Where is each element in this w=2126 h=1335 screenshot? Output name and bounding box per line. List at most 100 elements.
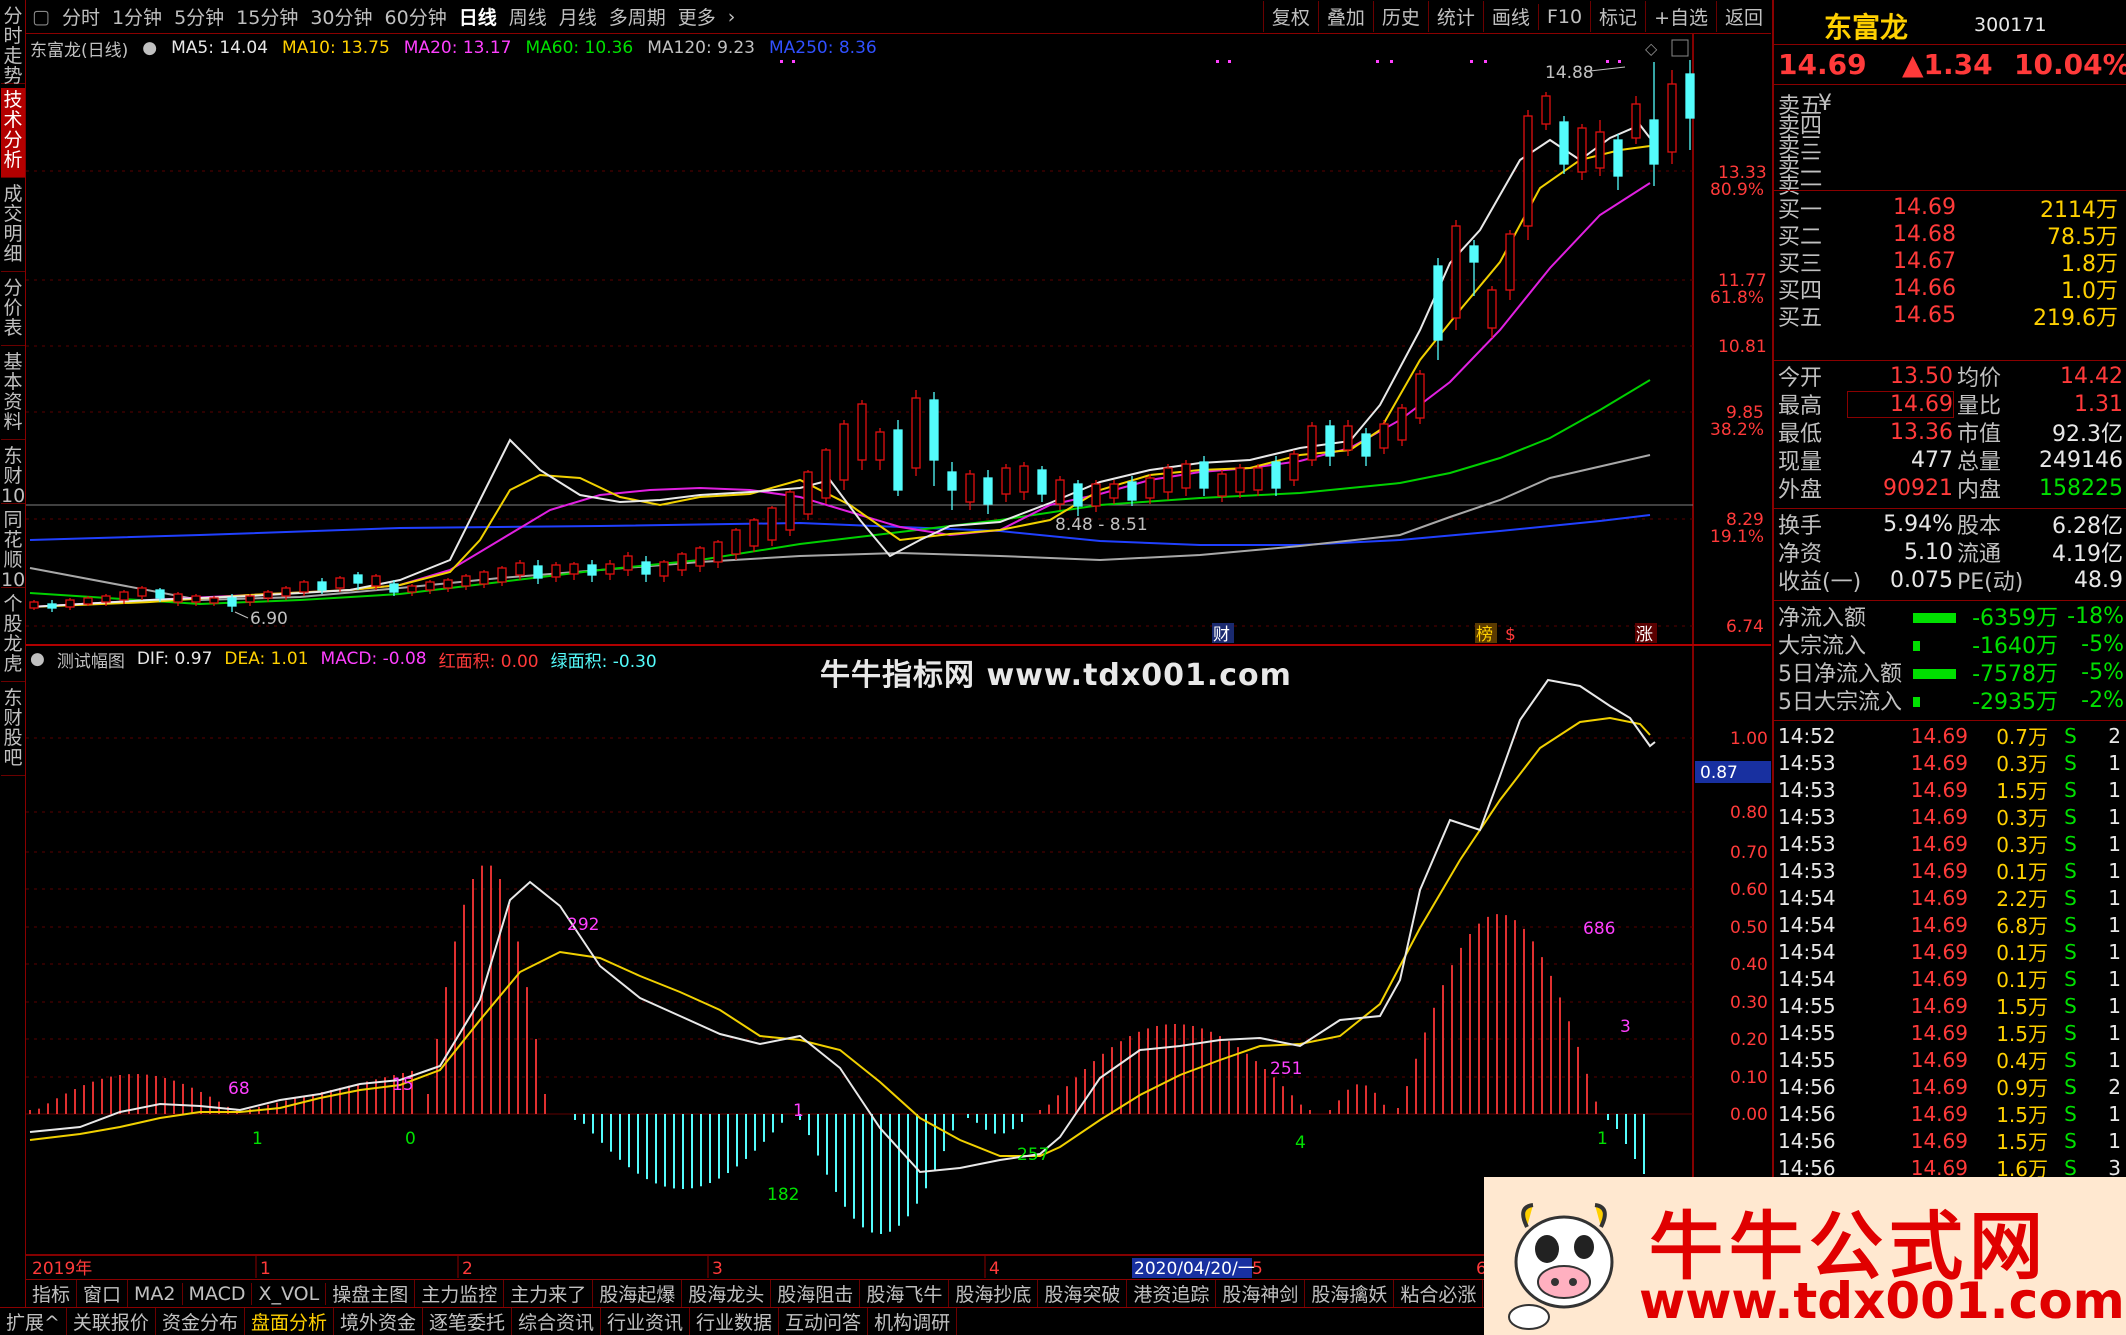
function-tab[interactable]: 关联报价 <box>67 1308 156 1335</box>
stat-value: 92.3亿 <box>2052 422 2123 447</box>
function-tab[interactable]: 行业资讯 <box>601 1308 691 1335</box>
candle <box>767 506 777 546</box>
fund-value: 48.9 <box>2074 567 2123 593</box>
candle <box>461 574 471 590</box>
indicator-tab[interactable]: 股海抄底 <box>949 1280 1039 1307</box>
tick-price: 14.69 <box>1910 1101 1968 1126</box>
indicator-axis: 1.00 0.87 0.80 0.70 0.60 0.50 0.40 0.30 … <box>1695 729 1771 1125</box>
tick-volume: 0.3万 <box>1996 806 2048 830</box>
indicator-tab[interactable]: MACD <box>183 1282 253 1305</box>
ma250-line <box>29 514 1651 546</box>
tick-price: 14.69 <box>1910 1020 1968 1045</box>
ind-label: 68 <box>228 1079 250 1099</box>
tick-time: 14:54 <box>1778 939 1836 964</box>
tick-row: 14:54 14.69 6.8万 S 1 <box>1778 911 2124 939</box>
ind-tick: 0.00 <box>1730 1105 1768 1125</box>
event-mark-zhang[interactable]: 涨 <box>1636 625 1653 645</box>
indicator-tab[interactable]: 股海擒妖 <box>1305 1280 1395 1307</box>
indicator-tab[interactable]: 股海龙头 <box>682 1280 772 1307</box>
time-tick: 5 <box>1252 1259 1263 1279</box>
tick-count: 1 <box>2108 804 2121 829</box>
tick-row: 14:55 14.69 1.5万 S 1 <box>1778 992 2124 1020</box>
tick-count: 1 <box>2108 1128 2121 1153</box>
candle-series <box>29 60 1695 612</box>
event-mark-cai[interactable]: 财 <box>1213 625 1230 645</box>
candle <box>713 540 723 568</box>
candle <box>65 598 75 610</box>
tick-row: 14:54 14.69 2.2万 S 1 <box>1778 884 2124 912</box>
stat-value: 158225 <box>2039 475 2123 501</box>
fund-label: PE(动) <box>1957 570 2024 595</box>
indicator-tab[interactable]: 主力来了 <box>504 1280 594 1307</box>
dollar-icon[interactable]: $ <box>1505 625 1516 645</box>
indicator-tab[interactable]: 股海突破 <box>1038 1280 1128 1307</box>
indicator-tab[interactable]: 主力监控 <box>415 1280 505 1307</box>
ind-tick: 0.60 <box>1730 880 1768 900</box>
kline-chart[interactable]: 14.88 6.90 8.48 - 8.51 财 榜 $ 涨 ◇ 13.33 8… <box>0 0 1772 1280</box>
indicator-tab[interactable]: X_VOL <box>252 1282 327 1305</box>
function-tab[interactable]: 境外资金 <box>334 1308 423 1335</box>
indicator-tab[interactable]: 股海飞牛 <box>860 1280 950 1307</box>
stat-row: 外盘 90921 内盘 158225 <box>1778 474 2124 504</box>
function-tab[interactable]: 盘面分析 <box>245 1308 334 1335</box>
panel-toggle-icon[interactable] <box>1671 39 1689 57</box>
stat-label: 内盘 <box>1957 478 2002 503</box>
high-price-arrow <box>1589 66 1626 72</box>
candle <box>785 490 795 536</box>
tick-price: 14.69 <box>1910 966 1968 991</box>
indicator-tab[interactable]: 操盘主图 <box>326 1280 416 1307</box>
function-tab[interactable]: 综合资讯 <box>512 1308 602 1335</box>
tick-volume: 1.5万 <box>1996 1022 2048 1046</box>
candle <box>1541 92 1551 130</box>
indicator-tab[interactable]: 股海起爆 <box>593 1280 683 1307</box>
candle <box>1649 62 1659 186</box>
indicator-tab[interactable]: 粘合必涨 <box>1394 1280 1484 1307</box>
indicator-tab[interactable]: 港资追踪 <box>1127 1280 1217 1307</box>
candle <box>1559 116 1569 174</box>
ind-label: 1 <box>793 1101 804 1121</box>
candle <box>677 552 687 576</box>
ind-current-value: 0.87 <box>1700 763 1738 783</box>
tick-time: 14:55 <box>1778 1020 1836 1045</box>
candle <box>821 448 831 504</box>
function-tab[interactable]: 逐笔委托 <box>423 1308 512 1335</box>
candle <box>1343 420 1353 456</box>
tick-price: 14.69 <box>1910 1047 1968 1072</box>
diamond-icon[interactable]: ◇ <box>1645 39 1658 58</box>
indicator-tab[interactable]: 股海神剑 <box>1216 1280 1306 1307</box>
indicator-tab[interactable]: MA2 <box>128 1282 183 1305</box>
signal-dots <box>780 60 1621 63</box>
flow-label: 5日大宗流入 <box>1778 690 1902 715</box>
tick-row: 14:53 14.69 0.3万 S 1 <box>1778 830 2124 858</box>
tick-time: 14:56 <box>1778 1155 1836 1180</box>
function-tab[interactable]: 行业数据 <box>690 1308 780 1335</box>
indicator-tab[interactable]: 窗口 <box>77 1280 129 1307</box>
flow-pct: -2% <box>2081 687 2124 713</box>
ind-label: 0 <box>405 1129 416 1149</box>
tick-count: 1 <box>2108 777 2121 802</box>
function-tab[interactable]: 资金分布 <box>156 1308 245 1335</box>
event-mark-bang[interactable]: 榜 <box>1476 625 1493 645</box>
ind-label: 4 <box>1295 1133 1306 1153</box>
ind-tick: 0.70 <box>1730 843 1768 863</box>
stat-value: 477 <box>1911 447 1953 473</box>
site-logo: 牛牛公式网 www.tdx001.com <box>1484 1177 2126 1335</box>
tick-count: 2 <box>2108 1074 2121 1099</box>
stat-value: 90921 <box>1883 475 1953 501</box>
stat-value: 1.31 <box>2074 391 2123 417</box>
candle <box>137 586 147 600</box>
indicator-tab[interactable]: 指标 <box>26 1280 78 1307</box>
stat-value: 13.36 <box>1890 419 1953 445</box>
function-tab[interactable]: 机构调研 <box>868 1308 958 1335</box>
time-tick: 3 <box>712 1259 723 1279</box>
tick-time: 14:53 <box>1778 750 1836 775</box>
tick-row: 14:52 14.69 0.7万 S 2 <box>1778 722 2124 750</box>
function-tab[interactable]: 扩展^ <box>0 1308 67 1335</box>
indicator-tab[interactable]: 股海阻击 <box>771 1280 861 1307</box>
tick-count: 1 <box>2108 885 2121 910</box>
function-tab[interactable]: 互动问答 <box>779 1308 869 1335</box>
candle <box>443 578 453 592</box>
indicator-labels: 68 1 15 0 292 1 182 257 251 4 686 3 1 <box>228 915 1631 1205</box>
tick-volume: 1.5万 <box>1996 779 2048 803</box>
candle <box>983 470 993 514</box>
